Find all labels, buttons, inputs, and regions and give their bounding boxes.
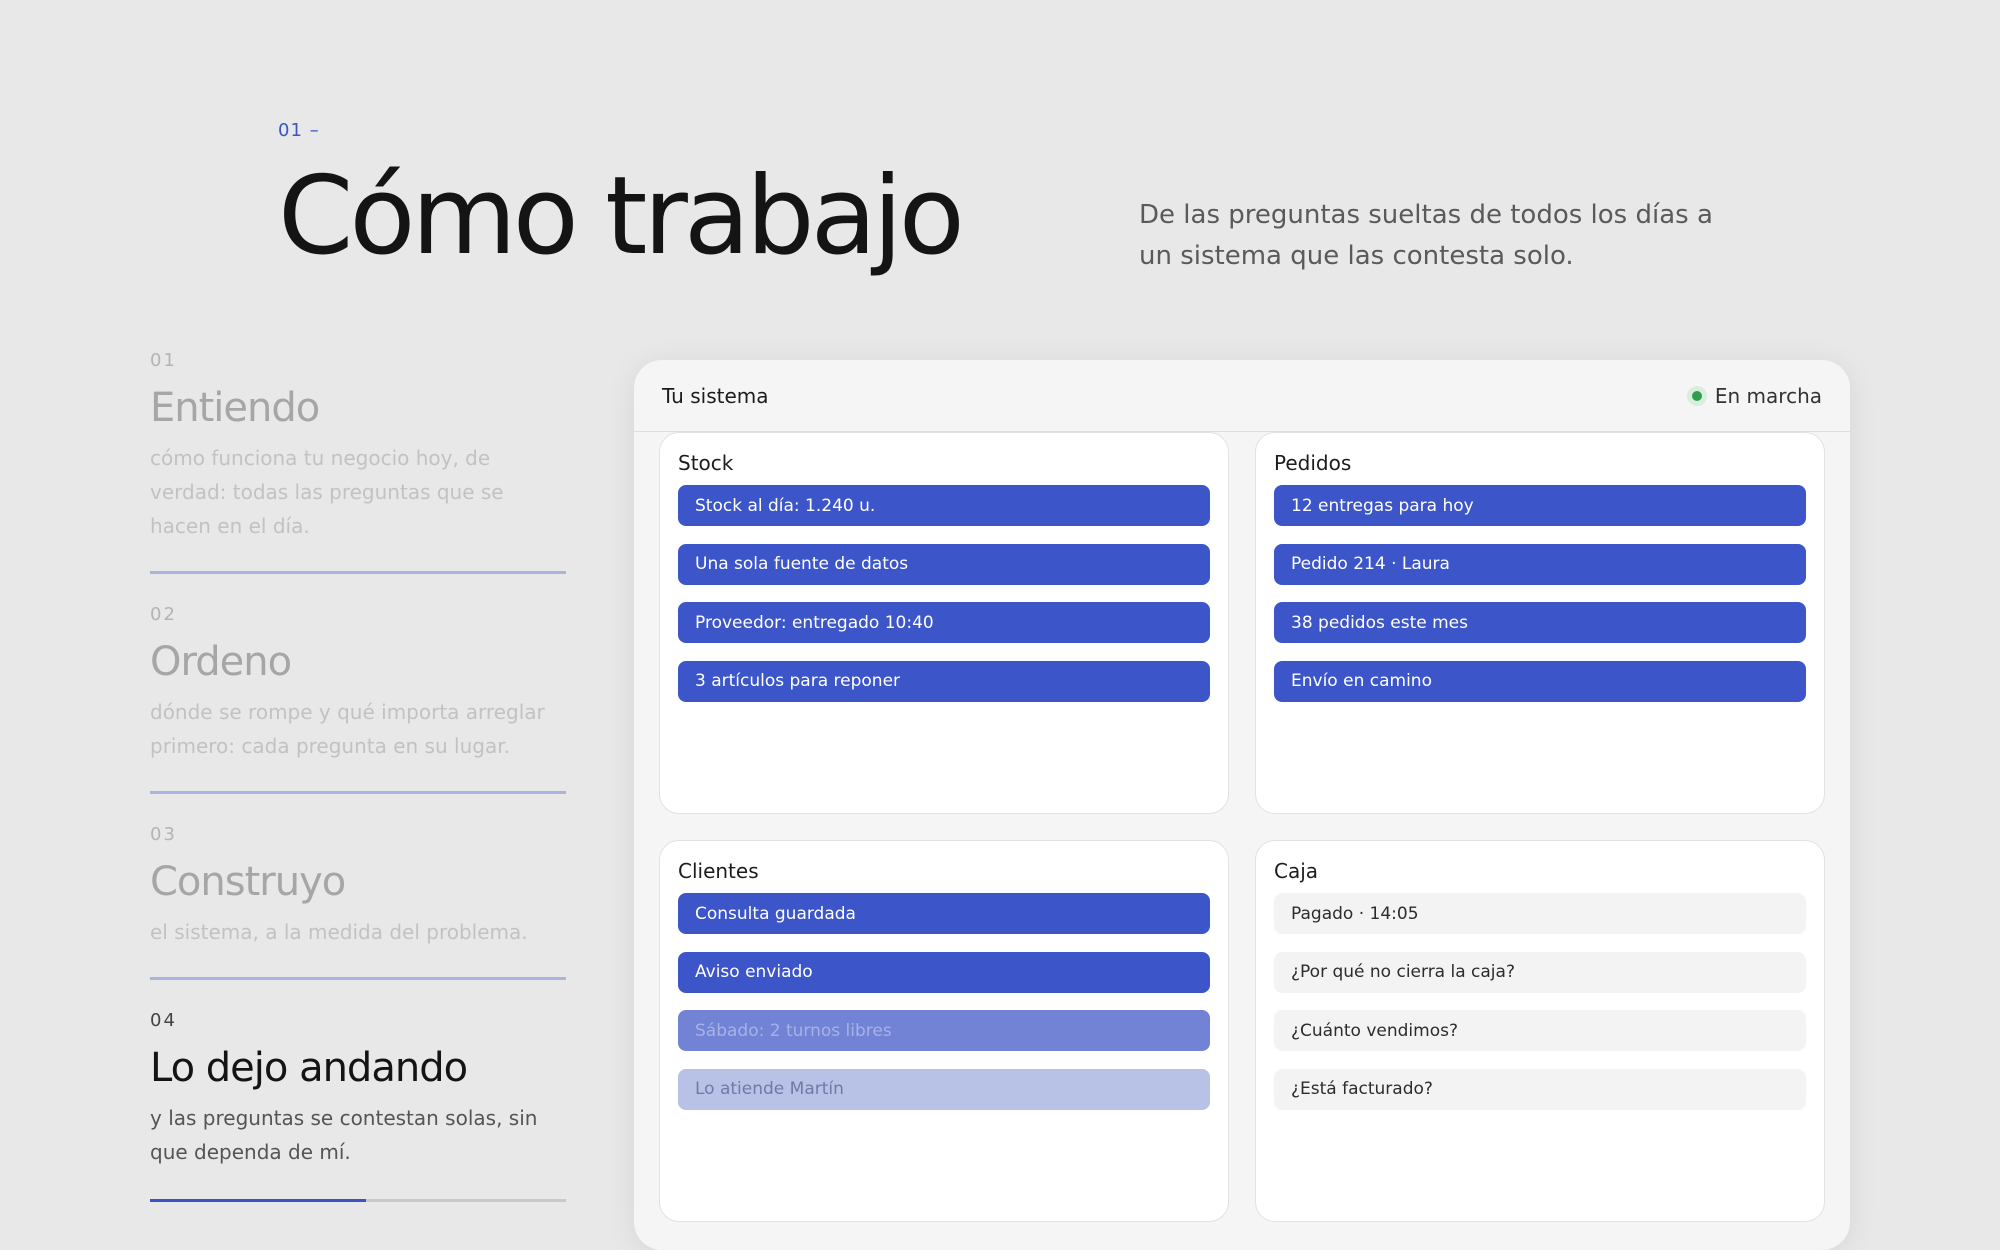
step-divider <box>150 791 566 794</box>
panel-title: Tu sistema <box>662 383 769 408</box>
card-item[interactable]: ¿Por qué no cierra la caja? <box>1274 951 1806 993</box>
step-2[interactable]: 02 Ordeno dónde se rompe y qué importa a… <box>150 604 566 794</box>
card-item[interactable]: Consulta guardada <box>678 893 1210 934</box>
card-item[interactable]: ¿Está facturado? <box>1274 1068 1806 1110</box>
card-item[interactable]: ¿Cuánto vendimos? <box>1274 1010 1806 1051</box>
step-title: Entiendo <box>150 385 320 431</box>
card-item[interactable]: Stock al día: 1.240 u. <box>678 485 1210 526</box>
step-description: y las preguntas se contestan solas, sin … <box>150 1106 538 1164</box>
panel-header: Tu sistema En marcha <box>634 360 1850 432</box>
card-title: Clientes <box>678 859 759 883</box>
card-item[interactable]: Envío en camino <box>1274 660 1806 702</box>
card-item[interactable]: 38 pedidos este mes <box>1274 602 1806 643</box>
step-number: 02 <box>150 604 177 625</box>
card-item[interactable]: Lo atiende Martín <box>678 1068 1210 1110</box>
intro-text: De las preguntas sueltas de todos los dí… <box>1139 200 1713 271</box>
step-title: Ordeno <box>150 639 292 685</box>
card-item[interactable]: Pedido 214 · Laura <box>1274 543 1806 585</box>
card-title: Stock <box>678 451 734 475</box>
status-label: En marcha <box>1714 383 1822 408</box>
system-panel: Tu sistema En marcha Stock Stock al día:… <box>634 360 1850 1250</box>
step-title: Construyo <box>150 859 346 905</box>
step-1[interactable]: 01 Entiendo cómo funciona tu negocio hoy… <box>150 350 566 574</box>
step-progress-track <box>150 1199 566 1202</box>
card-clientes: Clientes Consulta guardada Aviso enviado… <box>659 840 1229 1222</box>
step-description: dónde se rompe y qué importa arreglar pr… <box>150 700 545 758</box>
step-number: 01 <box>150 350 177 371</box>
step-divider <box>150 977 566 980</box>
card-title: Pedidos <box>1274 451 1352 475</box>
step-divider <box>150 571 566 574</box>
card-title: Caja <box>1274 859 1319 883</box>
card-item[interactable]: Sábado: 2 turnos libres <box>678 1010 1210 1051</box>
step-description: cómo funciona tu negocio hoy, de verdad:… <box>150 446 504 538</box>
step-description: el sistema, a la medida del problema. <box>150 920 528 944</box>
page: 01 – Cómo trabajo De las preguntas suelt… <box>0 0 2000 1250</box>
section-number: 01 – <box>278 120 320 141</box>
status-dot-icon <box>1686 385 1707 406</box>
status-indicator: En marcha <box>1686 383 1822 408</box>
page-title: Cómo trabajo <box>278 154 965 279</box>
card-item[interactable]: 3 artículos para reponer <box>678 660 1210 702</box>
card-item[interactable]: Una sola fuente de datos <box>678 543 1210 585</box>
step-progress-fill <box>150 1199 367 1202</box>
card-caja: Caja Pagado · 14:05 ¿Por qué no cierra l… <box>1255 840 1825 1222</box>
step-number: 04 <box>150 1010 177 1031</box>
card-item[interactable]: Aviso enviado <box>678 951 1210 993</box>
step-number: 03 <box>150 824 177 845</box>
card-item[interactable]: Pagado · 14:05 <box>1274 893 1806 934</box>
step-3[interactable]: 03 Construyo el sistema, a la medida del… <box>150 824 566 980</box>
card-item[interactable]: Proveedor: entregado 10:40 <box>678 602 1210 643</box>
step-4[interactable]: 04 Lo dejo andando y las preguntas se co… <box>150 1010 566 1202</box>
card-item[interactable]: 12 entregas para hoy <box>1274 485 1806 526</box>
card-stock: Stock Stock al día: 1.240 u. Una sola fu… <box>659 432 1229 814</box>
step-title: Lo dejo andando <box>150 1045 468 1091</box>
card-pedidos: Pedidos 12 entregas para hoy Pedido 214 … <box>1255 432 1825 814</box>
